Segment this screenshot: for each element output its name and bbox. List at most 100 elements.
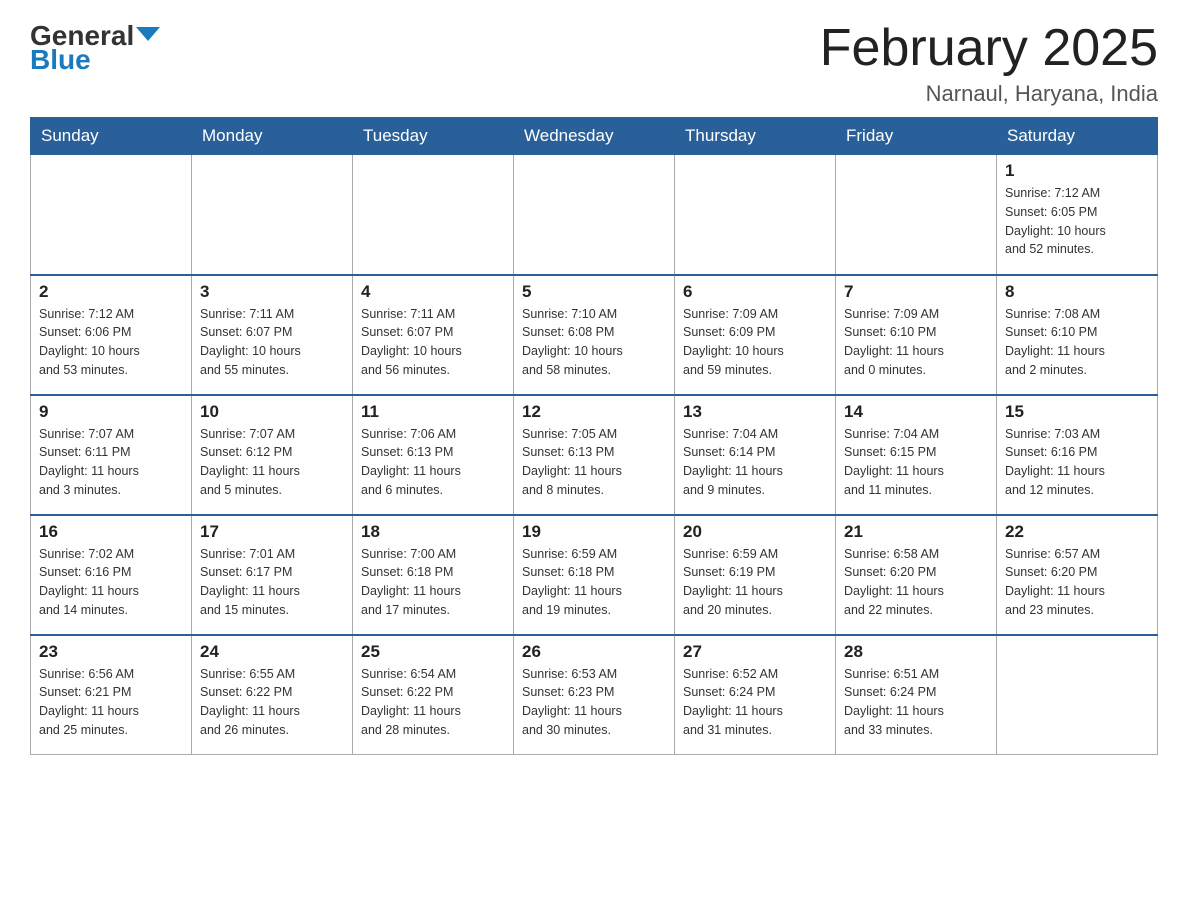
- day-number: 1: [1005, 161, 1149, 181]
- day-info: Sunrise: 6:56 AMSunset: 6:21 PMDaylight:…: [39, 665, 183, 740]
- calendar-table: Sunday Monday Tuesday Wednesday Thursday…: [30, 117, 1158, 755]
- weekday-header-row: Sunday Monday Tuesday Wednesday Thursday…: [31, 118, 1158, 155]
- header-wednesday: Wednesday: [514, 118, 675, 155]
- day-number: 23: [39, 642, 183, 662]
- day-info: Sunrise: 6:52 AMSunset: 6:24 PMDaylight:…: [683, 665, 827, 740]
- day-info: Sunrise: 6:58 AMSunset: 6:20 PMDaylight:…: [844, 545, 988, 620]
- table-row: 8Sunrise: 7:08 AMSunset: 6:10 PMDaylight…: [997, 275, 1158, 395]
- day-number: 18: [361, 522, 505, 542]
- table-row: [31, 155, 192, 275]
- day-info: Sunrise: 7:11 AMSunset: 6:07 PMDaylight:…: [200, 305, 344, 380]
- day-number: 3: [200, 282, 344, 302]
- table-row: 21 Sunrise: 6:58 AMSunset: 6:20 PMDayligh…: [836, 515, 997, 635]
- day-number: 6: [683, 282, 827, 302]
- day-info: Sunrise: 7:12 AMSunset: 6:05 PMDaylight:…: [1005, 184, 1149, 259]
- day-number: 9: [39, 402, 183, 422]
- day-info: Sunrise: 7:09 AMSunset: 6:10 PMDaylight:…: [844, 305, 988, 380]
- table-row: 27 Sunrise: 6:52 AMSunset: 6:24 PMDayligh…: [675, 635, 836, 755]
- table-row: 13 Sunrise: 7:04 AMSunset: 6:14 PMDayligh…: [675, 395, 836, 515]
- table-row: 22Sunrise: 6:57 AMSunset: 6:20 PMDayligh…: [997, 515, 1158, 635]
- month-title: February 2025: [820, 20, 1158, 77]
- table-row: 18 Sunrise: 7:00 AMSunset: 6:18 PMDayligh…: [353, 515, 514, 635]
- day-info: Sunrise: 7:04 AMSunset: 6:14 PMDaylight:…: [683, 425, 827, 500]
- day-info: Sunrise: 7:07 AMSunset: 6:12 PMDaylight:…: [200, 425, 344, 500]
- day-info: Sunrise: 7:01 AMSunset: 6:17 PMDaylight:…: [200, 545, 344, 620]
- header-saturday: Saturday: [997, 118, 1158, 155]
- table-row: 26 Sunrise: 6:53 AMSunset: 6:23 PMDayligh…: [514, 635, 675, 755]
- day-number: 17: [200, 522, 344, 542]
- table-row: [997, 635, 1158, 755]
- day-info: Sunrise: 7:00 AMSunset: 6:18 PMDaylight:…: [361, 545, 505, 620]
- table-row: 28 Sunrise: 6:51 AMSunset: 6:24 PMDayligh…: [836, 635, 997, 755]
- day-info: Sunrise: 6:59 AMSunset: 6:19 PMDaylight:…: [683, 545, 827, 620]
- day-number: 12: [522, 402, 666, 422]
- day-info: Sunrise: 6:57 AMSunset: 6:20 PMDaylight:…: [1005, 545, 1149, 620]
- day-info: Sunrise: 7:09 AMSunset: 6:09 PMDaylight:…: [683, 305, 827, 380]
- table-row: [514, 155, 675, 275]
- table-row: 7 Sunrise: 7:09 AMSunset: 6:10 PMDaylight…: [836, 275, 997, 395]
- day-number: 4: [361, 282, 505, 302]
- header-friday: Friday: [836, 118, 997, 155]
- table-row: [192, 155, 353, 275]
- day-info: Sunrise: 6:55 AMSunset: 6:22 PMDaylight:…: [200, 665, 344, 740]
- day-info: Sunrise: 6:51 AMSunset: 6:24 PMDaylight:…: [844, 665, 988, 740]
- logo-blue-text: Blue: [30, 44, 91, 76]
- logo-triangle-icon: [136, 27, 160, 41]
- day-info: Sunrise: 6:53 AMSunset: 6:23 PMDaylight:…: [522, 665, 666, 740]
- day-number: 21: [844, 522, 988, 542]
- day-number: 5: [522, 282, 666, 302]
- day-number: 7: [844, 282, 988, 302]
- day-number: 16: [39, 522, 183, 542]
- table-row: [675, 155, 836, 275]
- calendar-week-row: 9 Sunrise: 7:07 AMSunset: 6:11 PMDaylight…: [31, 395, 1158, 515]
- header-thursday: Thursday: [675, 118, 836, 155]
- table-row: 4 Sunrise: 7:11 AMSunset: 6:07 PMDaylight…: [353, 275, 514, 395]
- table-row: 16Sunrise: 7:02 AMSunset: 6:16 PMDayligh…: [31, 515, 192, 635]
- day-number: 28: [844, 642, 988, 662]
- table-row: 10 Sunrise: 7:07 AMSunset: 6:12 PMDayligh…: [192, 395, 353, 515]
- table-row: 11 Sunrise: 7:06 AMSunset: 6:13 PMDayligh…: [353, 395, 514, 515]
- table-row: 1 Sunrise: 7:12 AMSunset: 6:05 PMDaylight…: [997, 155, 1158, 275]
- day-number: 27: [683, 642, 827, 662]
- logo: General Blue: [30, 20, 160, 76]
- day-number: 20: [683, 522, 827, 542]
- day-number: 10: [200, 402, 344, 422]
- day-number: 24: [200, 642, 344, 662]
- day-info: Sunrise: 7:03 AMSunset: 6:16 PMDaylight:…: [1005, 425, 1149, 500]
- day-info: Sunrise: 6:54 AMSunset: 6:22 PMDaylight:…: [361, 665, 505, 740]
- day-info: Sunrise: 7:06 AMSunset: 6:13 PMDaylight:…: [361, 425, 505, 500]
- title-block: February 2025 Narnaul, Haryana, India: [820, 20, 1158, 107]
- location-text: Narnaul, Haryana, India: [820, 81, 1158, 107]
- day-number: 19: [522, 522, 666, 542]
- day-info: Sunrise: 6:59 AMSunset: 6:18 PMDaylight:…: [522, 545, 666, 620]
- table-row: 3 Sunrise: 7:11 AMSunset: 6:07 PMDaylight…: [192, 275, 353, 395]
- day-number: 14: [844, 402, 988, 422]
- day-number: 26: [522, 642, 666, 662]
- calendar-week-row: 2 Sunrise: 7:12 AMSunset: 6:06 PMDaylight…: [31, 275, 1158, 395]
- calendar-week-row: 1 Sunrise: 7:12 AMSunset: 6:05 PMDaylight…: [31, 155, 1158, 275]
- calendar-week-row: 23 Sunrise: 6:56 AMSunset: 6:21 PMDayligh…: [31, 635, 1158, 755]
- table-row: 12 Sunrise: 7:05 AMSunset: 6:13 PMDayligh…: [514, 395, 675, 515]
- table-row: 24 Sunrise: 6:55 AMSunset: 6:22 PMDayligh…: [192, 635, 353, 755]
- page-header: General Blue February 2025 Narnaul, Hary…: [30, 20, 1158, 107]
- table-row: 5Sunrise: 7:10 AMSunset: 6:08 PMDaylight…: [514, 275, 675, 395]
- table-row: [353, 155, 514, 275]
- day-number: 2: [39, 282, 183, 302]
- day-number: 11: [361, 402, 505, 422]
- table-row: 25 Sunrise: 6:54 AMSunset: 6:22 PMDayligh…: [353, 635, 514, 755]
- day-number: 25: [361, 642, 505, 662]
- day-info: Sunrise: 7:04 AMSunset: 6:15 PMDaylight:…: [844, 425, 988, 500]
- day-info: Sunrise: 7:05 AMSunset: 6:13 PMDaylight:…: [522, 425, 666, 500]
- table-row: 17 Sunrise: 7:01 AMSunset: 6:17 PMDayligh…: [192, 515, 353, 635]
- table-row: 6 Sunrise: 7:09 AMSunset: 6:09 PMDaylight…: [675, 275, 836, 395]
- day-info: Sunrise: 7:12 AMSunset: 6:06 PMDaylight:…: [39, 305, 183, 380]
- table-row: 9 Sunrise: 7:07 AMSunset: 6:11 PMDaylight…: [31, 395, 192, 515]
- table-row: 19 Sunrise: 6:59 AMSunset: 6:18 PMDayligh…: [514, 515, 675, 635]
- day-number: 13: [683, 402, 827, 422]
- header-monday: Monday: [192, 118, 353, 155]
- day-info: Sunrise: 7:07 AMSunset: 6:11 PMDaylight:…: [39, 425, 183, 500]
- day-number: 8: [1005, 282, 1149, 302]
- table-row: 14 Sunrise: 7:04 AMSunset: 6:15 PMDayligh…: [836, 395, 997, 515]
- day-info: Sunrise: 7:11 AMSunset: 6:07 PMDaylight:…: [361, 305, 505, 380]
- table-row: 2 Sunrise: 7:12 AMSunset: 6:06 PMDaylight…: [31, 275, 192, 395]
